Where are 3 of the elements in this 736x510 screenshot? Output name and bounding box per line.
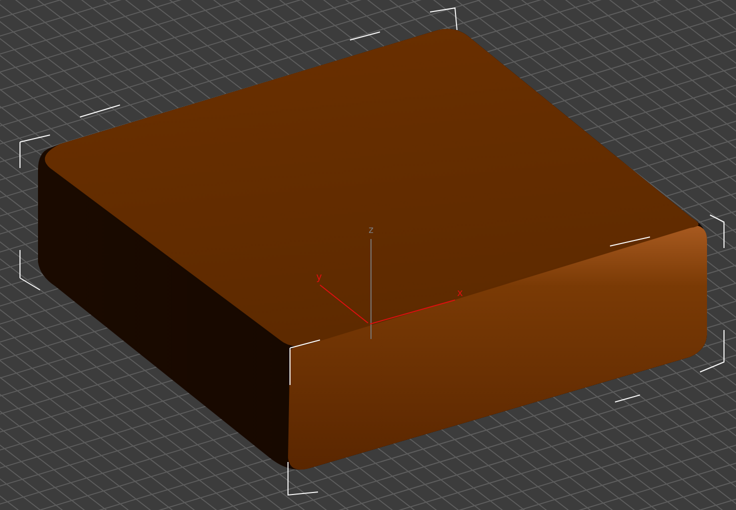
axis-label: z [368,225,374,236]
axis-label: y [316,272,322,283]
axis-label: x [457,288,464,299]
